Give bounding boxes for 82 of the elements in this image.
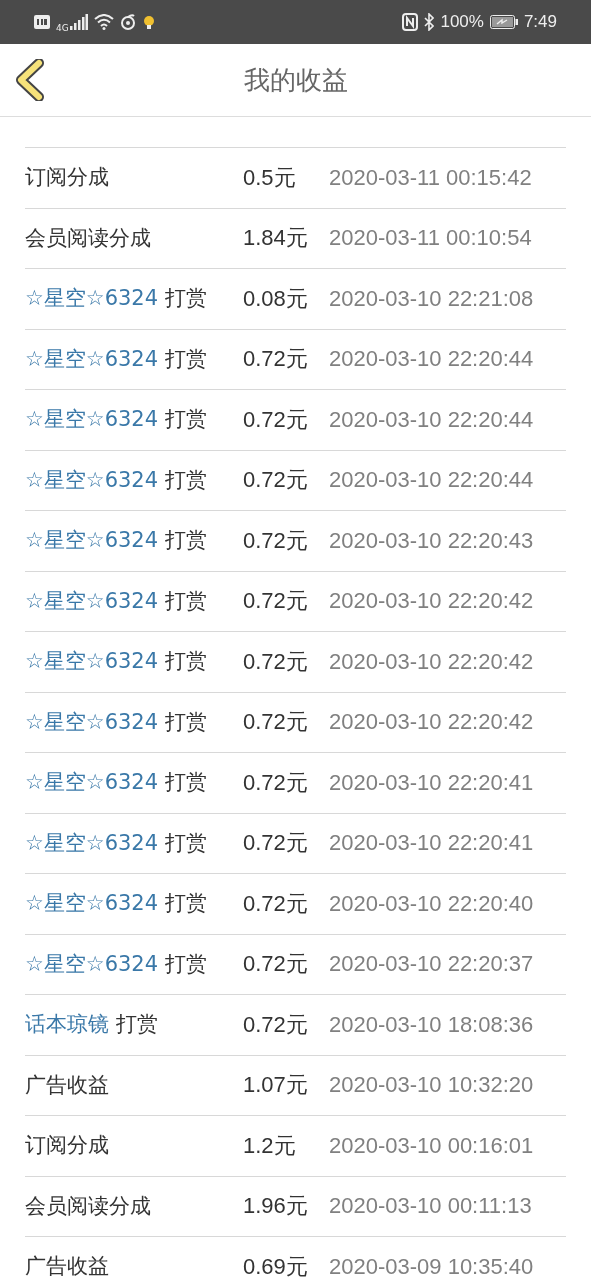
timestamp: 2020-03-11 00:10:54 — [329, 226, 532, 251]
battery-percent: 100% — [440, 12, 484, 32]
timestamp: 2020-03-10 22:20:42 — [329, 710, 534, 735]
reward-label: 话本琼镜 打赏 — [25, 1013, 159, 1037]
network-label: 4G — [56, 23, 69, 33]
timestamp: 2020-03-10 22:20:42 — [329, 649, 534, 674]
amount: 1.2元 — [243, 1133, 297, 1158]
amount: 0.72元 — [243, 468, 309, 493]
swirl-icon — [119, 14, 136, 30]
reward-label: ☆星空☆6324 打赏 — [25, 589, 208, 613]
amount: 1.07元 — [243, 1073, 309, 1098]
page-title: 我的收益 — [243, 63, 348, 97]
user-link[interactable]: ☆星空☆6324 — [25, 407, 159, 432]
timestamp: 2020-03-11 00:15:42 — [329, 165, 532, 190]
signal-icon — [69, 14, 88, 30]
amount: 0.72元 — [243, 347, 309, 372]
timestamp: 2020-03-10 22:20:44 — [329, 468, 534, 493]
clock: 7:49 — [523, 12, 557, 32]
timestamp: 2020-03-10 22:20:44 — [329, 347, 534, 372]
user-link[interactable]: ☆星空☆6324 — [25, 891, 159, 916]
amount: 0.72元 — [243, 589, 309, 614]
user-link[interactable]: ☆星空☆6324 — [25, 709, 159, 734]
user-link[interactable]: ☆星空☆6324 — [25, 588, 159, 613]
income-type: 订阅分成 — [25, 166, 110, 190]
user-link[interactable]: ☆星空☆6324 — [25, 528, 159, 553]
reward-label: ☆星空☆6324 打赏 — [25, 710, 208, 734]
amount: 0.69元 — [243, 1254, 309, 1279]
income-type: 广告收益 — [25, 1073, 110, 1097]
reward-label: ☆星空☆6324 打赏 — [25, 529, 208, 553]
reward-label: ☆星空☆6324 打赏 — [25, 287, 208, 311]
timestamp: 2020-03-10 00:16:01 — [329, 1133, 534, 1158]
amount: 0.72元 — [243, 891, 309, 916]
user-link[interactable]: ☆星空☆6324 — [25, 951, 159, 976]
reward-label: ☆星空☆6324 打赏 — [25, 771, 208, 795]
reward-label: ☆星空☆6324 打赏 — [25, 892, 208, 916]
timestamp: 2020-03-10 22:20:41 — [329, 770, 534, 795]
amount: 0.72元 — [243, 710, 309, 735]
user-link[interactable]: 话本琼镜 — [25, 1012, 109, 1037]
user-link[interactable]: ☆星空☆6324 — [25, 286, 159, 311]
timestamp: 2020-03-10 22:20:37 — [329, 952, 534, 977]
amount: 0.72元 — [243, 952, 309, 977]
timestamp: 2020-03-10 22:21:08 — [329, 286, 534, 311]
lightbulb-icon — [141, 14, 156, 30]
amount: 0.72元 — [243, 649, 309, 674]
user-link[interactable]: ☆星空☆6324 — [25, 346, 159, 371]
amount: 0.72元 — [243, 407, 309, 432]
back-icon[interactable] — [15, 59, 45, 101]
reward-label: ☆星空☆6324 打赏 — [25, 408, 208, 432]
bluetooth-icon — [424, 13, 435, 31]
reward-label: ☆星空☆6324 打赏 — [25, 831, 208, 855]
amount: 0.08元 — [243, 286, 309, 311]
user-link[interactable]: ☆星空☆6324 — [25, 467, 159, 492]
timestamp: 2020-03-10 22:20:43 — [329, 528, 534, 553]
reward-label: ☆星空☆6324 打赏 — [25, 650, 208, 674]
reward-label: ☆星空☆6324 打赏 — [25, 347, 208, 371]
timestamp: 2020-03-10 00:11:13 — [329, 1194, 532, 1219]
amount: 1.96元 — [243, 1194, 309, 1219]
battery-icon — [489, 15, 518, 29]
amount: 1.84元 — [243, 226, 309, 251]
reward-label: ☆星空☆6324 打赏 — [25, 468, 208, 492]
timestamp: 2020-03-10 10:32:20 — [329, 1073, 534, 1098]
amount: 0.72元 — [243, 1012, 309, 1037]
timestamp: 2020-03-10 22:20:41 — [329, 831, 534, 856]
user-link[interactable]: ☆星空☆6324 — [25, 830, 159, 855]
timestamp: 2020-03-09 10:35:40 — [329, 1254, 534, 1279]
timestamp: 2020-03-10 22:20:42 — [329, 589, 534, 614]
wifi-icon — [93, 14, 114, 30]
income-type: 会员阅读分成 — [25, 1194, 152, 1218]
amount: 0.72元 — [243, 528, 309, 553]
user-link[interactable]: ☆星空☆6324 — [25, 770, 159, 795]
income-type: 订阅分成 — [25, 1134, 110, 1158]
nfc-icon — [402, 13, 419, 31]
timestamp: 2020-03-10 18:08:36 — [329, 1012, 534, 1037]
user-link[interactable]: ☆星空☆6324 — [25, 649, 159, 674]
income-type: 会员阅读分成 — [25, 226, 152, 250]
income-type: 广告收益 — [25, 1255, 110, 1279]
amount: 0.5元 — [243, 165, 297, 190]
amount: 0.72元 — [243, 770, 309, 795]
amount: 0.72元 — [243, 831, 309, 856]
reward-label: ☆星空☆6324 打赏 — [25, 952, 208, 976]
timestamp: 2020-03-10 22:20:44 — [329, 407, 534, 432]
timestamp: 2020-03-10 22:20:40 — [329, 891, 534, 916]
